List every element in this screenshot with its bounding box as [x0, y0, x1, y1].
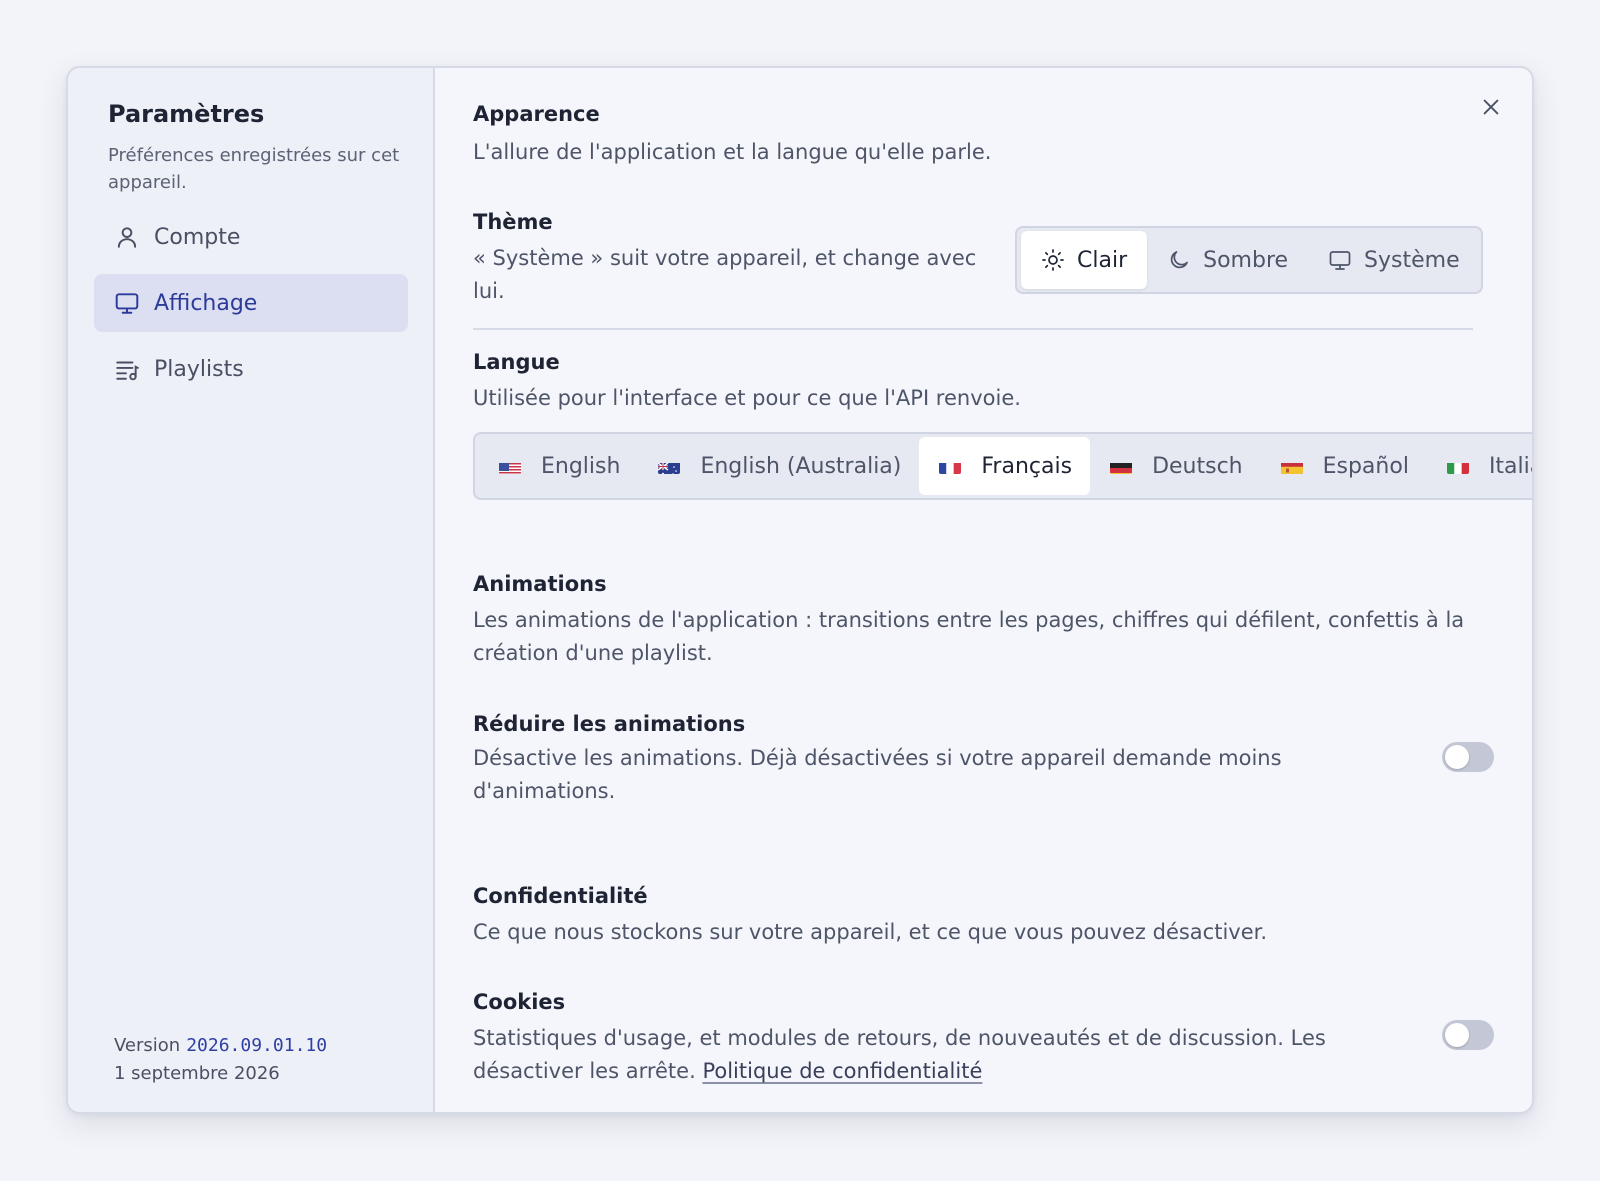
field-desc-langue: Utilisée pour l'interface et pour ce que…: [473, 386, 1021, 410]
sidebar-subtitle: Préférences enregistrées sur cet apparei…: [108, 145, 400, 193]
theme-option-clair[interactable]: Clair: [1021, 231, 1148, 289]
de-flag-icon: [1110, 459, 1133, 474]
sun-icon: [1041, 248, 1065, 272]
section-title-confidentialite: Confidentialité: [473, 884, 648, 908]
theme-option-sombre[interactable]: Sombre: [1147, 231, 1308, 289]
close-button[interactable]: [1478, 94, 1504, 120]
language-option-italiano[interactable]: Italia: [1427, 437, 1532, 495]
version-label: Version: [114, 1035, 181, 1056]
version-date: 1 septembre 2026: [114, 1063, 280, 1084]
language-option-espanol[interactable]: Español: [1261, 437, 1427, 495]
it-flag-icon: [1446, 459, 1469, 474]
divider: [473, 328, 1473, 330]
language-option-label: Italia: [1488, 453, 1532, 479]
monitor-icon: [114, 290, 140, 316]
language-option-english-australia[interactable]: English (Australia): [638, 437, 919, 495]
language-option-label: English: [541, 453, 621, 479]
sidebar: Paramètres Préférences enregistrées sur …: [68, 68, 435, 1112]
field-title-reduce-animations: Réduire les animations: [473, 712, 746, 736]
settings-dialog: Paramètres Préférences enregistrées sur …: [66, 66, 1534, 1114]
language-option-english[interactable]: English: [479, 437, 638, 495]
field-title-cookies: Cookies: [473, 990, 566, 1014]
language-option-deutsch[interactable]: Deutsch: [1090, 437, 1261, 495]
sidebar-nav: Compte Affichage Playlists: [94, 208, 408, 406]
sidebar-item-compte[interactable]: Compte: [94, 208, 408, 266]
section-title-apparence: Apparence: [473, 102, 600, 126]
language-selector: English English (Australia) Français Deu…: [473, 432, 1532, 500]
field-desc-theme: « Système » suit votre appareil, et chan…: [473, 246, 977, 303]
monitor-icon: [1328, 248, 1352, 272]
theme-option-label: Sombre: [1203, 247, 1289, 273]
version-info: Version 2026.09.01.10: [114, 1035, 327, 1056]
fr-flag-icon: [939, 459, 962, 474]
field-desc-cookies: Statistiques d'usage, et modules de reto…: [473, 1022, 1333, 1088]
sidebar-item-label: Affichage: [154, 290, 258, 316]
us-flag-icon: [499, 459, 521, 474]
sidebar-item-label: Compte: [154, 224, 241, 250]
toggle-knob: [1445, 1023, 1469, 1047]
section-title-animations: Animations: [473, 572, 607, 596]
theme-selector: Clair Sombre Système: [1015, 226, 1483, 294]
playlist-icon: [114, 356, 140, 382]
settings-content: Apparence L'allure de l'application et l…: [435, 68, 1532, 1112]
user-icon: [114, 224, 140, 250]
privacy-policy-link[interactable]: Politique de confidentialité: [702, 1059, 982, 1083]
au-flag-icon: [658, 459, 681, 474]
cookies-toggle[interactable]: [1442, 1020, 1494, 1050]
close-icon: [1483, 99, 1499, 115]
sidebar-item-label: Playlists: [154, 356, 244, 382]
language-option-label: Deutsch: [1152, 453, 1243, 479]
section-desc-animations: Les animations de l'application : transi…: [473, 608, 1465, 665]
moon-icon: [1167, 248, 1191, 272]
language-option-label: Français: [981, 453, 1073, 479]
field-title-theme: Thème: [473, 210, 553, 234]
sidebar-item-playlists[interactable]: Playlists: [94, 340, 408, 398]
theme-option-label: Système: [1364, 247, 1460, 273]
es-flag-icon: [1280, 459, 1303, 474]
reduce-animations-toggle[interactable]: [1442, 742, 1494, 772]
toggle-knob: [1445, 745, 1469, 769]
version-number: 2026.09.01.10: [186, 1035, 328, 1056]
language-option-label: English (Australia): [700, 453, 902, 479]
sidebar-title: Paramètres: [108, 100, 265, 128]
language-option-francais[interactable]: Français: [919, 437, 1091, 495]
sidebar-item-affichage[interactable]: Affichage: [94, 274, 408, 332]
section-desc-apparence: L'allure de l'application et la langue q…: [473, 140, 992, 164]
field-title-langue: Langue: [473, 350, 560, 374]
section-desc-confidentialite: Ce que nous stockons sur votre appareil,…: [473, 920, 1268, 944]
theme-option-systeme[interactable]: Système: [1308, 231, 1480, 289]
theme-option-label: Clair: [1077, 247, 1128, 273]
language-option-label: Español: [1322, 453, 1409, 479]
field-desc-reduce-animations: Désactive les animations. Déjà désactivé…: [473, 746, 1282, 803]
